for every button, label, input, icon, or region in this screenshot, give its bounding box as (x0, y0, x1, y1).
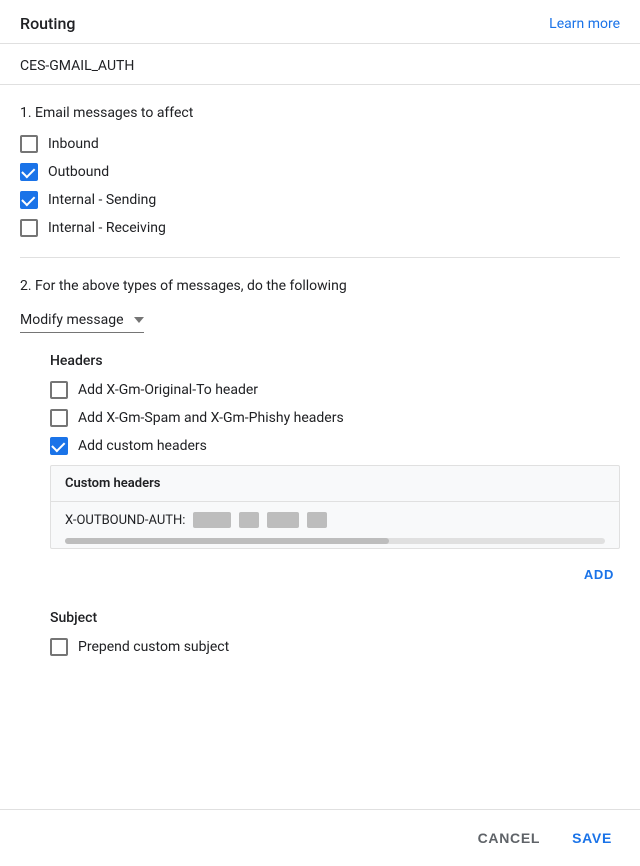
header-val-1 (193, 512, 231, 528)
add-button[interactable]: ADD (578, 563, 620, 586)
save-button[interactable]: SAVE (564, 824, 620, 852)
section2-label: 2. For the above types of messages, do t… (20, 278, 620, 294)
header-val-2 (239, 512, 259, 528)
footer: CANCEL SAVE (0, 809, 640, 866)
page-title: Routing (20, 14, 75, 33)
checkbox-inbound-box[interactable] (20, 135, 38, 153)
checkbox-prepend-subject[interactable]: Prepend custom subject (50, 638, 620, 656)
add-row: ADD (50, 559, 620, 596)
checkbox-inbound[interactable]: Inbound (20, 135, 620, 153)
checkbox-xgm-spam-phishy-box[interactable] (50, 409, 68, 427)
checkbox-outbound[interactable]: Outbound (20, 163, 620, 181)
name-section: CES-GMAIL_AUTH (0, 44, 640, 85)
checkbox-add-custom[interactable]: Add custom headers (50, 437, 620, 455)
checkbox-internal-sending[interactable]: Internal - Sending (20, 191, 620, 209)
dropdown-arrow-icon (134, 317, 144, 323)
custom-headers-box: Custom headers X-OUTBOUND-AUTH: (50, 465, 620, 549)
headers-label: Headers (50, 353, 620, 369)
checkbox-xgm-original-to[interactable]: Add X-Gm-Original-To header (50, 381, 620, 399)
action-dropdown-row: Modify message (20, 308, 620, 333)
subject-label: Subject (50, 610, 620, 626)
checkbox-internal-receiving-label: Internal - Receiving (48, 220, 166, 236)
dropdown-value: Modify message (20, 312, 124, 328)
checkbox-internal-sending-box[interactable] (20, 191, 38, 209)
checkbox-xgm-original-to-box[interactable] (50, 381, 68, 399)
scrollbar-row (51, 538, 619, 544)
learn-more-link[interactable]: Learn more (549, 16, 620, 32)
action-dropdown[interactable]: Modify message (20, 308, 144, 333)
checkbox-internal-receiving-box[interactable] (20, 219, 38, 237)
checkbox-prepend-subject-box[interactable] (50, 638, 68, 656)
checkbox-xgm-spam-phishy-label: Add X-Gm-Spam and X-Gm-Phishy headers (78, 410, 344, 426)
checkbox-xgm-spam-phishy[interactable]: Add X-Gm-Spam and X-Gm-Phishy headers (50, 409, 620, 427)
section1-label: 1. Email messages to affect (20, 105, 620, 121)
page-header: Routing Learn more (0, 0, 640, 44)
checkbox-outbound-label: Outbound (48, 164, 109, 180)
checkbox-add-custom-box[interactable] (50, 437, 68, 455)
section-divider (20, 257, 620, 258)
checkbox-inbound-label: Inbound (48, 136, 99, 152)
scrollbar-thumb (65, 538, 389, 544)
content-area: 1. Email messages to affect Inbound Outb… (0, 85, 640, 746)
checkbox-internal-receiving[interactable]: Internal - Receiving (20, 219, 620, 237)
scrollbar-track (65, 538, 605, 544)
custom-headers-title: Custom headers (51, 466, 619, 502)
checkbox-internal-sending-label: Internal - Sending (48, 192, 156, 208)
checkbox-add-custom-label: Add custom headers (78, 438, 207, 454)
checkbox-prepend-subject-label: Prepend custom subject (78, 639, 229, 655)
headers-section: Headers Add X-Gm-Original-To header Add … (50, 353, 620, 596)
rule-name: CES-GMAIL_AUTH (20, 58, 134, 74)
header-key: X-OUTBOUND-AUTH: (65, 513, 185, 528)
header-val-4 (307, 512, 327, 528)
subject-indent: Subject Prepend custom subject (50, 610, 620, 656)
checkbox-xgm-original-to-label: Add X-Gm-Original-To header (78, 382, 258, 398)
email-type-checkboxes: Inbound Outbound Internal - Sending Inte… (20, 135, 620, 237)
checkbox-outbound-box[interactable] (20, 163, 38, 181)
custom-headers-row: X-OUTBOUND-AUTH: (51, 502, 619, 538)
subject-section: Subject Prepend custom subject (20, 610, 620, 656)
cancel-button[interactable]: CANCEL (470, 824, 549, 852)
header-val-3 (267, 512, 299, 528)
